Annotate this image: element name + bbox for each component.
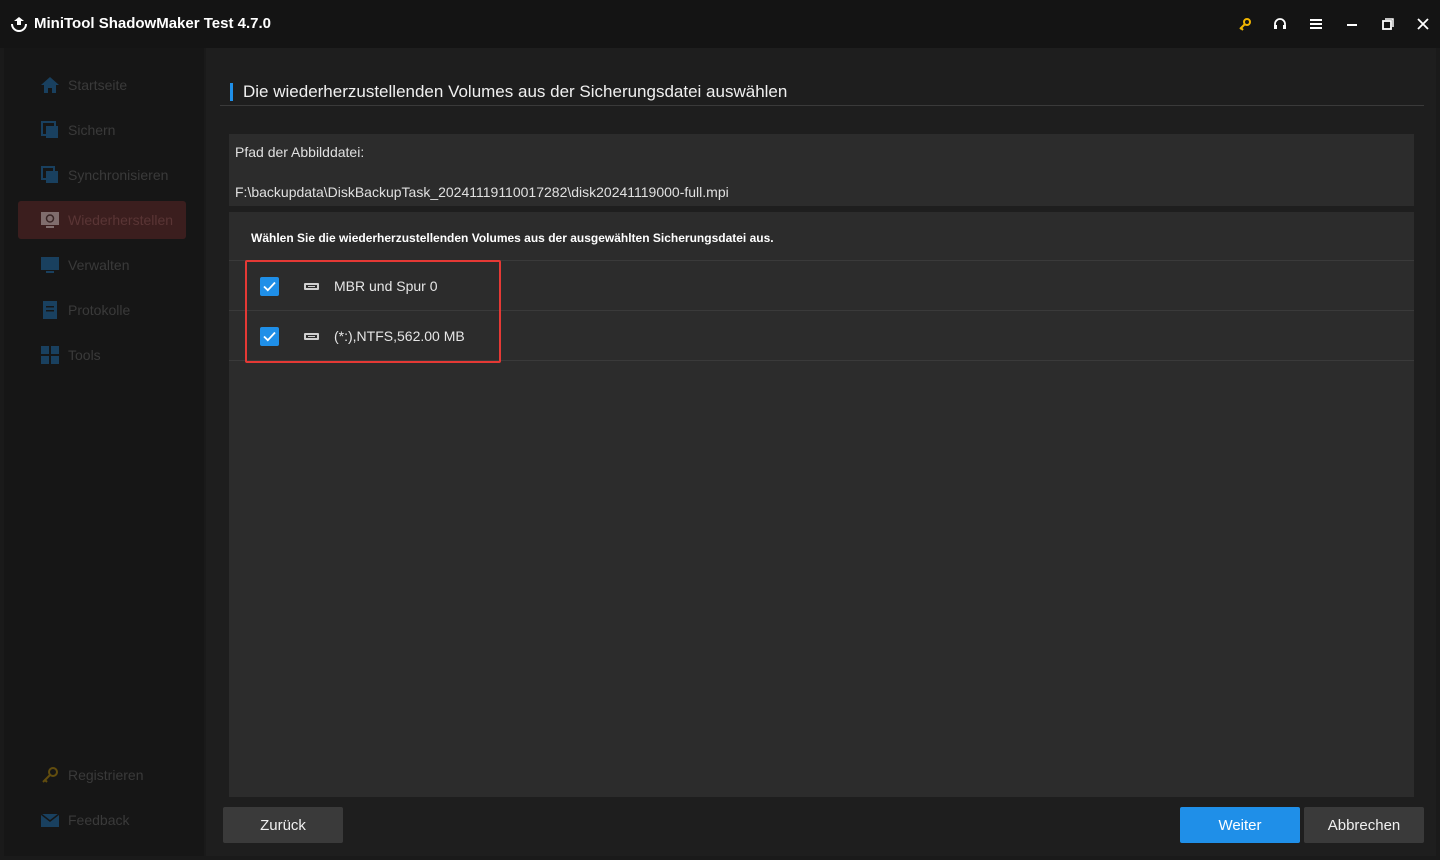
sidebar-item-verwalten[interactable]: Verwalten: [18, 246, 186, 284]
disk-icon: [304, 283, 319, 290]
sidebar-item-label: Wiederherstellen: [68, 212, 174, 228]
next-button[interactable]: Weiter: [1180, 807, 1300, 843]
restore-icon: [41, 212, 59, 228]
checkmark-icon: [263, 331, 276, 342]
restore-volume-dialog: Die wiederherzustellenden Volumes aus de…: [206, 48, 1436, 856]
sidebar: Startseite Sichern Synchronisieren Wiede…: [4, 48, 204, 856]
app-logo-icon: [11, 17, 27, 32]
logs-icon: [43, 301, 57, 319]
sidebar-item-label: Registrieren: [68, 767, 144, 783]
sidebar-item-protokolle[interactable]: Protokolle: [18, 291, 186, 329]
sidebar-item-label: Startseite: [68, 77, 128, 93]
menu-icon[interactable]: [1306, 14, 1326, 34]
sidebar-item-feedback[interactable]: Feedback: [18, 801, 186, 839]
sidebar-item-wiederherstellen[interactable]: Wiederherstellen: [18, 201, 186, 239]
app-title: MiniTool ShadowMaker Test 4.7.0: [34, 15, 271, 32]
checkmark-icon: [263, 281, 276, 292]
volume-row[interactable]: (*:),NTFS,562.00 MB: [229, 311, 1414, 361]
volume-label: MBR und Spur 0: [334, 278, 438, 294]
key-icon[interactable]: [1235, 14, 1255, 34]
restore-icon[interactable]: [1378, 14, 1398, 34]
manage-icon: [41, 257, 59, 273]
volume-list-panel: Wählen Sie die wiederherzustellenden Vol…: [229, 212, 1414, 797]
headset-icon[interactable]: [1270, 14, 1290, 34]
sidebar-item-label: Sichern: [68, 122, 116, 138]
sidebar-item-label: Synchronisieren: [68, 167, 169, 183]
path-value: F:\backupdata\DiskBackupTask_20241119110…: [235, 184, 729, 200]
title-accent-bar: [230, 83, 233, 101]
volume-checkbox[interactable]: [260, 277, 279, 296]
title-bar: MiniTool ShadowMaker Test 4.7.0: [0, 0, 1440, 48]
sidebar-item-startseite[interactable]: Startseite: [18, 66, 186, 104]
home-icon: [41, 77, 59, 93]
volume-row[interactable]: MBR und Spur 0: [229, 261, 1414, 311]
sidebar-item-sichern[interactable]: Sichern: [18, 111, 186, 149]
close-icon[interactable]: [1413, 14, 1433, 34]
image-path-box: Pfad der Abbilddatei: F:\backupdata\Disk…: [229, 134, 1414, 206]
sidebar-item-label: Feedback: [68, 812, 130, 828]
sidebar-item-registrieren[interactable]: Registrieren: [18, 756, 186, 794]
back-button[interactable]: Zurück: [223, 807, 343, 843]
sidebar-item-label: Protokolle: [68, 302, 131, 318]
volume-label: (*:),NTFS,562.00 MB: [334, 328, 465, 344]
cancel-button[interactable]: Abbrechen: [1304, 807, 1424, 843]
sidebar-item-tools[interactable]: Tools: [18, 336, 186, 374]
mail-icon: [40, 813, 60, 827]
path-label: Pfad der Abbilddatei:: [235, 144, 365, 160]
minimize-icon[interactable]: [1342, 14, 1362, 34]
disk-icon: [304, 333, 319, 340]
tools-icon: [41, 346, 59, 364]
page-title: Die wiederherzustellenden Volumes aus de…: [243, 82, 788, 101]
volume-instruction: Wählen Sie die wiederherzustellenden Vol…: [251, 231, 774, 245]
sync-icon: [41, 166, 58, 183]
sidebar-item-label: Tools: [68, 347, 101, 363]
volume-checkbox[interactable]: [260, 327, 279, 346]
sidebar-item-label: Verwalten: [68, 257, 130, 273]
sidebar-item-synchronisieren[interactable]: Synchronisieren: [18, 156, 186, 194]
backup-icon: [41, 121, 58, 138]
key-icon: [42, 767, 58, 783]
page-header: Die wiederherzustellenden Volumes aus de…: [220, 78, 1424, 106]
